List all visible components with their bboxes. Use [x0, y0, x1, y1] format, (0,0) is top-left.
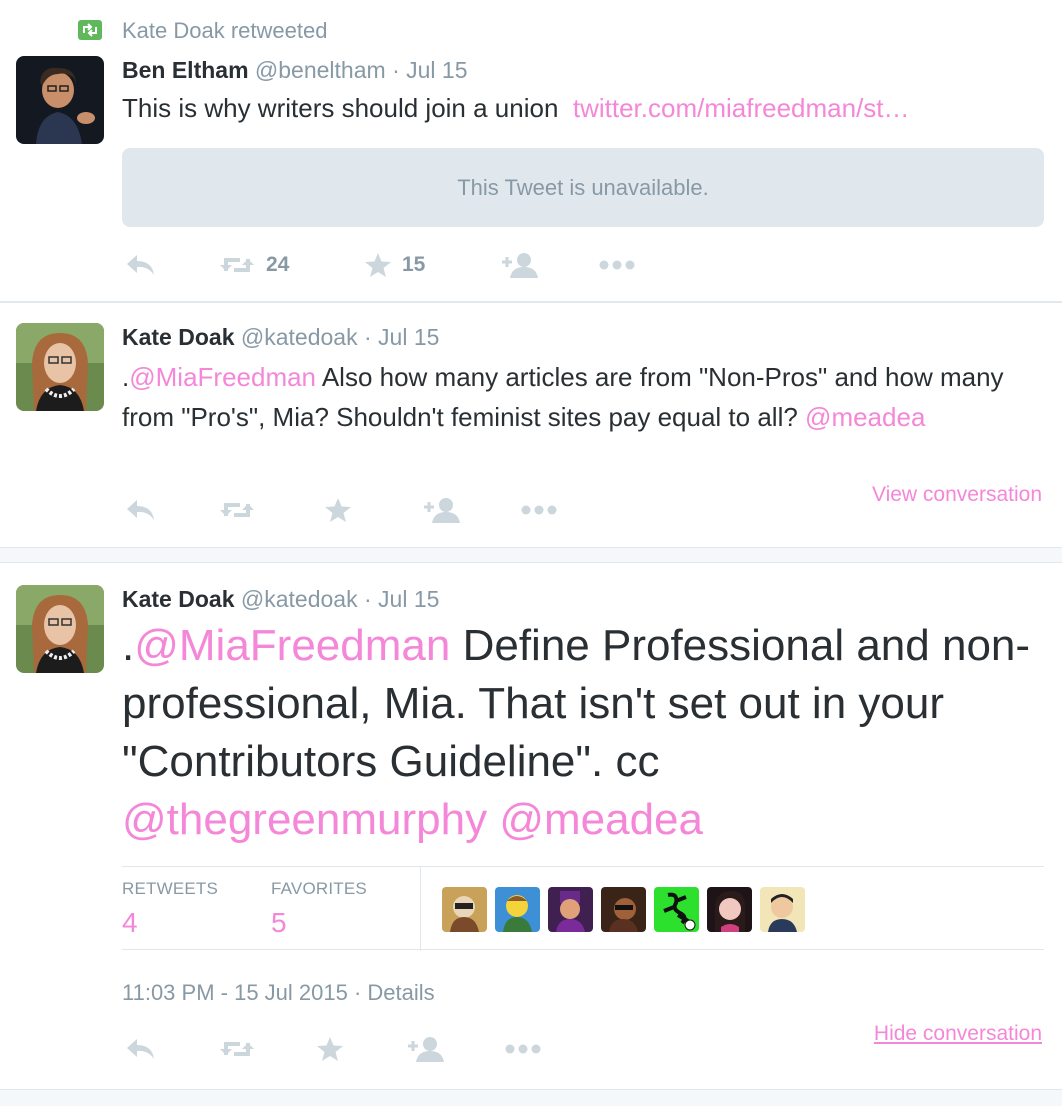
- favoriter-avatar[interactable]: [548, 887, 593, 932]
- favorite-count: 15: [402, 253, 426, 276]
- favorites-stat[interactable]: FAVORITES 5: [271, 879, 367, 939]
- tweet-url-link[interactable]: twitter.com/miafreedman/st…: [573, 93, 910, 123]
- mention-link[interactable]: @thegreenmurphy: [122, 795, 487, 844]
- follow-button[interactable]: [406, 1034, 444, 1064]
- retweets-value: 4: [122, 907, 138, 938]
- tweet-date[interactable]: Jul 15: [378, 324, 439, 350]
- more-button[interactable]: [598, 250, 636, 280]
- quoted-tweet-unavailable: This Tweet is unavailable.: [122, 148, 1044, 227]
- tweet-card-ben-eltham[interactable]: Kate Doak retweeted Ben Eltham @beneltha…: [0, 0, 1062, 302]
- date-separator: ·: [357, 586, 379, 612]
- tweet-date[interactable]: Jul 15: [378, 586, 439, 612]
- favoriter-avatar[interactable]: [707, 887, 752, 932]
- retweet-button[interactable]: 24: [218, 250, 289, 280]
- favorite-star-icon: [317, 1037, 343, 1061]
- hide-conversation-link[interactable]: Hide conversation: [874, 1022, 1042, 1046]
- retweet-context-label[interactable]: Kate Doak retweeted: [122, 18, 327, 44]
- more-icon: [599, 260, 635, 270]
- retweet-icon: [220, 503, 254, 517]
- author-name[interactable]: Kate Doak: [122, 586, 234, 612]
- favorite-star-icon: [325, 498, 351, 522]
- reply-button[interactable]: [124, 1034, 156, 1064]
- avatar[interactable]: [16, 585, 104, 673]
- tweet-card-kate-doak-2[interactable]: Kate Doak @katedoak · Jul 15 .@MiaFreedm…: [0, 562, 1062, 1090]
- favorite-star-icon: [365, 253, 391, 277]
- retweet-badge-icon: [78, 20, 102, 40]
- tweet-header: Kate Doak @katedoak · Jul 15: [122, 585, 439, 613]
- tweet-header: Kate Doak @katedoak · Jul 15: [122, 323, 439, 351]
- more-button[interactable]: [520, 495, 558, 525]
- reply-icon: [127, 500, 154, 520]
- favorite-button[interactable]: 15: [364, 250, 425, 280]
- tweet-text: This is why writers should join a union …: [122, 92, 910, 124]
- reply-icon: [127, 1039, 154, 1059]
- date-separator: ·: [357, 324, 379, 350]
- follow-button[interactable]: [500, 250, 538, 280]
- favorites-label: FAVORITES: [271, 879, 367, 898]
- tweet-text: .@MiaFreedman Also how many articles are…: [122, 357, 1052, 437]
- author-handle[interactable]: @beneltham: [255, 57, 386, 83]
- date-separator: ·: [385, 57, 407, 83]
- mention-link[interactable]: @MiaFreedman: [134, 621, 450, 670]
- retweet-icon: [220, 258, 254, 272]
- tweet-text-plain: This is why writers should join a union: [122, 93, 559, 123]
- tweet-stats: RETWEETS 4 FAVORITES 5: [122, 866, 1044, 951]
- more-button[interactable]: [504, 1034, 542, 1064]
- follow-icon: [502, 253, 538, 278]
- timestamp-value[interactable]: 11:03 PM - 15 Jul 2015: [122, 980, 348, 1005]
- favoriter-avatar[interactable]: [760, 887, 805, 932]
- mention-link[interactable]: @meadea: [499, 795, 703, 844]
- favoriter-avatar[interactable]: [654, 887, 699, 932]
- favoriter-avatar[interactable]: [495, 887, 540, 932]
- follow-icon: [424, 498, 460, 523]
- reply-icon: [127, 255, 154, 275]
- more-icon: [521, 505, 557, 515]
- favorite-button[interactable]: [316, 1034, 344, 1064]
- tweet-card-kate-doak-1[interactable]: Kate Doak @katedoak · Jul 15 .@MiaFreedm…: [0, 302, 1062, 548]
- details-separator: ·: [347, 980, 368, 1005]
- mention-link[interactable]: @MiaFreedman: [129, 362, 316, 392]
- follow-icon: [408, 1037, 444, 1062]
- retweet-button[interactable]: [218, 495, 256, 525]
- favoriters-avatars: [442, 887, 805, 932]
- retweets-label: RETWEETS: [122, 879, 219, 898]
- tweet-text: .@MiaFreedman Define Professional and no…: [122, 617, 1032, 849]
- mention-link[interactable]: @meadea: [805, 402, 925, 432]
- favoriter-avatar[interactable]: [442, 887, 487, 932]
- tweet-timestamp: 11:03 PM - 15 Jul 2015 · Details: [122, 980, 435, 1006]
- avatar[interactable]: [16, 56, 104, 144]
- stats-divider: [420, 867, 421, 951]
- retweet-icon: [220, 1042, 254, 1056]
- favorite-button[interactable]: [324, 495, 352, 525]
- favoriter-avatar[interactable]: [601, 887, 646, 932]
- follow-button[interactable]: [422, 495, 460, 525]
- reply-button[interactable]: [124, 495, 156, 525]
- tweet-date[interactable]: Jul 15: [406, 57, 467, 83]
- retweets-stat[interactable]: RETWEETS 4: [122, 879, 218, 939]
- tweet-header: Ben Eltham @beneltham · Jul 15: [122, 56, 468, 84]
- text-prefix: .: [122, 621, 135, 670]
- avatar[interactable]: [16, 323, 104, 411]
- retweet-count: 24: [266, 253, 290, 276]
- view-conversation-link[interactable]: View conversation: [872, 483, 1042, 507]
- favorites-value: 5: [271, 907, 287, 938]
- author-name[interactable]: Kate Doak: [122, 324, 234, 350]
- reply-button[interactable]: [124, 250, 156, 280]
- details-link[interactable]: Details: [367, 980, 434, 1005]
- author-handle[interactable]: @katedoak: [241, 586, 358, 612]
- author-handle[interactable]: @katedoak: [241, 324, 358, 350]
- more-icon: [505, 1044, 541, 1054]
- author-name[interactable]: Ben Eltham: [122, 57, 249, 83]
- retweet-button[interactable]: [218, 1034, 256, 1064]
